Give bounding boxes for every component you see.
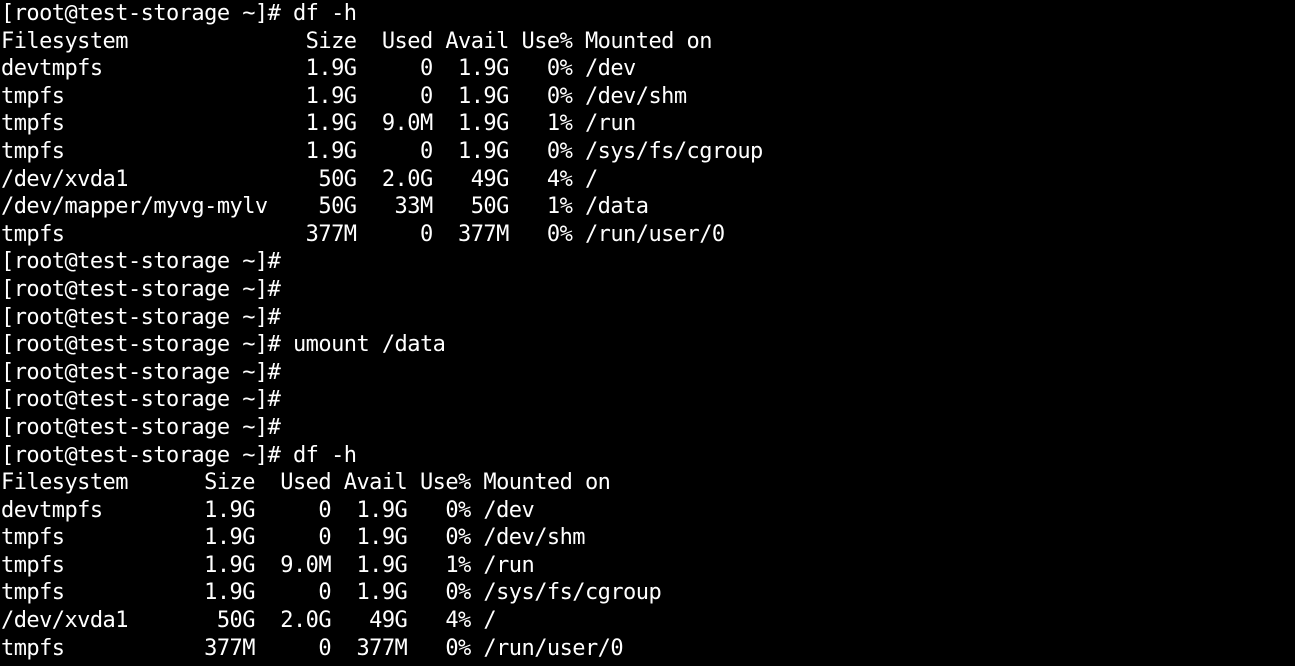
prompt-line: [root@test-storage ~]#: [1, 414, 281, 440]
df-row: tmpfs 1.9G 0 1.9G 0% /sys/fs/cgroup: [1, 580, 662, 606]
df-row: devtmpfs 1.9G 0 1.9G 0% /dev: [1, 497, 535, 523]
df-header-row: Filesystem Size Used Avail Use% Mounted …: [1, 470, 611, 496]
df-row: tmpfs 1.9G 9.0M 1.9G 1% /run: [1, 111, 636, 137]
prompt-line: [root@test-storage ~]# umount /data: [1, 332, 446, 358]
prompt-line: [root@test-storage ~]#: [1, 304, 281, 330]
prompt-line: [root@test-storage ~]# df -h: [1, 442, 357, 468]
df-row: /dev/xvda1 50G 2.0G 49G 4% /: [1, 608, 497, 634]
df-row: tmpfs 377M 0 377M 0% /run/user/0: [1, 635, 624, 661]
prompt-line: [root@test-storage ~]#: [1, 387, 281, 413]
terminal-window[interactable]: [root@test-storage ~]# df -h Filesystem …: [0, 0, 1295, 666]
prompt-line: [root@test-storage ~]#: [1, 249, 281, 275]
df-row: /dev/xvda1 50G 2.0G 49G 4% /: [1, 166, 598, 192]
df-row: tmpfs 1.9G 0 1.9G 0% /sys/fs/cgroup: [1, 138, 763, 164]
df-row: /dev/mapper/myvg-mylv 50G 33M 50G 1% /da…: [1, 194, 649, 220]
prompt-line: [root@test-storage ~]#: [1, 276, 281, 302]
df-header-row: Filesystem Size Used Avail Use% Mounted …: [1, 28, 712, 54]
df-row: devtmpfs 1.9G 0 1.9G 0% /dev: [1, 56, 636, 82]
df-row: tmpfs 377M 0 377M 0% /run/user/0: [1, 221, 725, 247]
prompt-line: [root@test-storage ~]#: [1, 359, 281, 385]
df-row: tmpfs 1.9G 0 1.9G 0% /dev/shm: [1, 525, 586, 551]
prompt-line: [root@test-storage ~]# df -h: [1, 1, 357, 26]
df-row: tmpfs 1.9G 9.0M 1.9G 1% /run: [1, 552, 535, 578]
df-row: tmpfs 1.9G 0 1.9G 0% /dev/shm: [1, 83, 687, 109]
